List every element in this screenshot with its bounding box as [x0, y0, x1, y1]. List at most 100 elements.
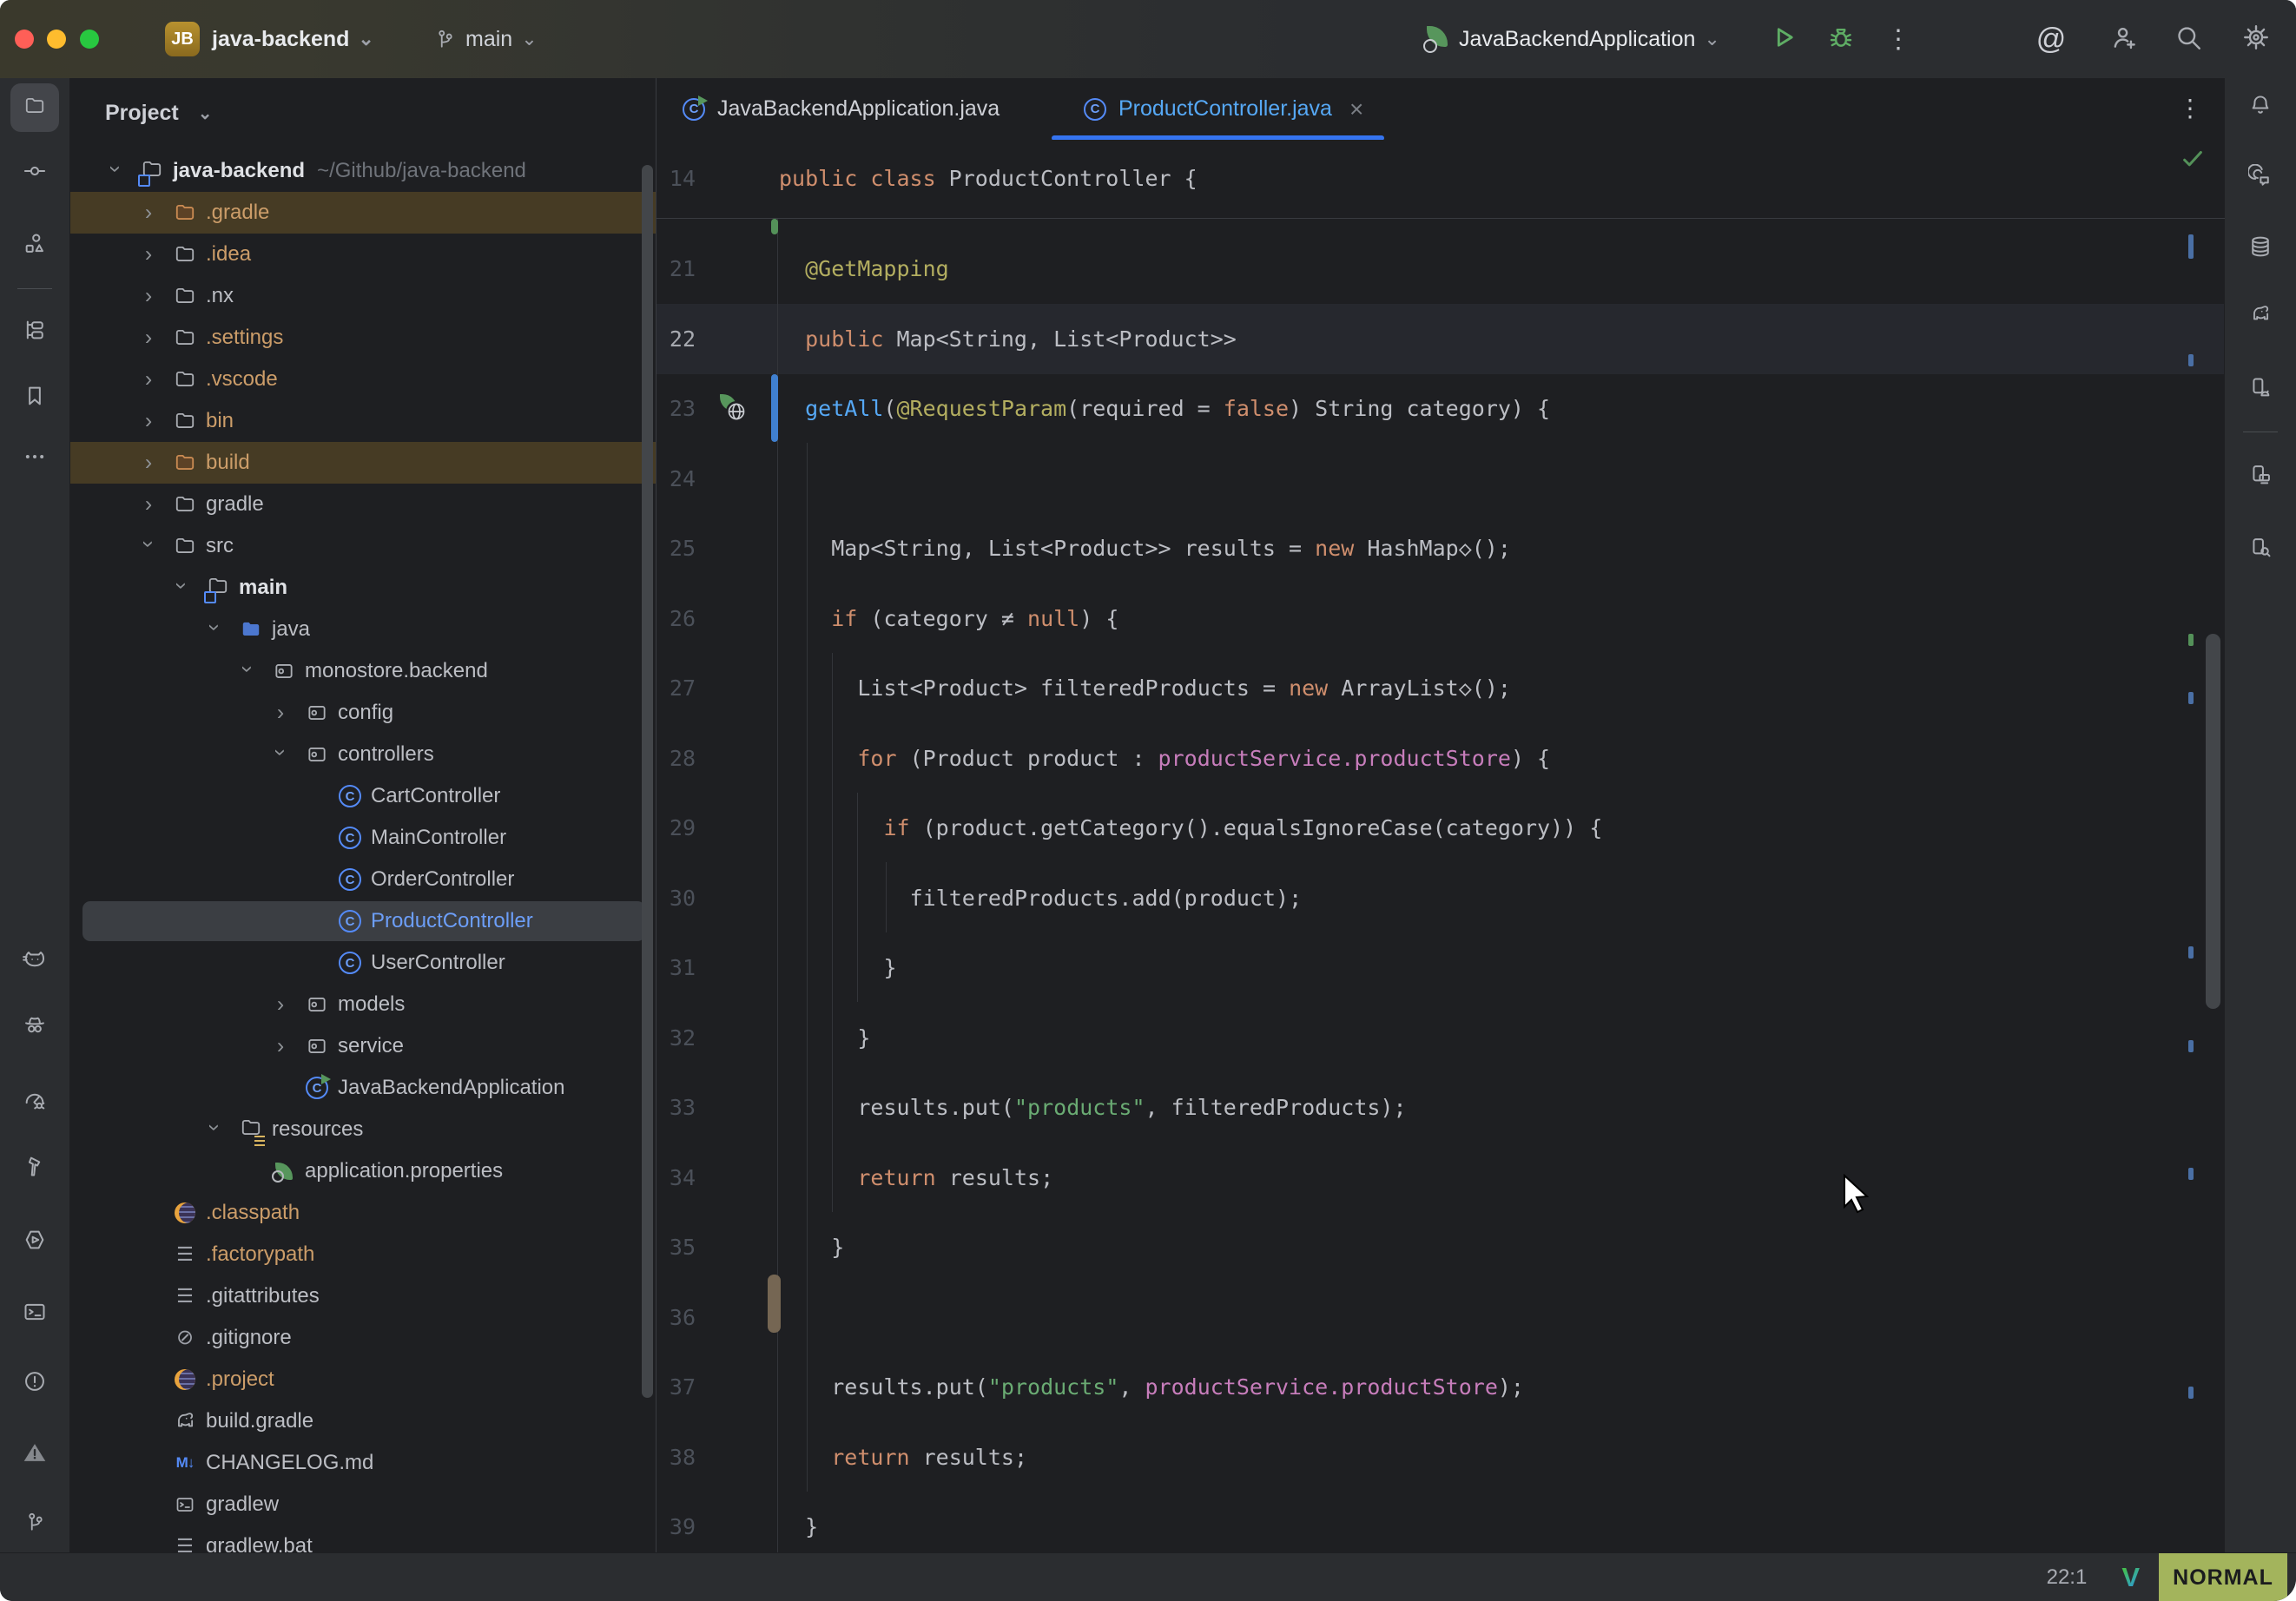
structure-tool-button[interactable] [10, 221, 59, 269]
tree-item-service[interactable]: › service [70, 1025, 656, 1067]
tree-item-OrderController[interactable]: C OrderController [70, 859, 656, 900]
code-line-22[interactable]: 22public Map<String, List<Product>> [656, 304, 2225, 374]
tree-chevron-open-icon[interactable]: › [169, 576, 195, 596]
version-control-tool-button[interactable] [10, 1499, 59, 1548]
tree-chevron-closed-icon[interactable]: › [138, 409, 159, 434]
editor-tab-JavaBackendApplication.java[interactable]: C JavaBackendApplication.java [683, 78, 1000, 140]
code-line-29[interactable]: 29if (product.getCategory().equalsIgnore… [656, 793, 2225, 863]
code-line-25[interactable]: 25Map<String, List<Product>> results = n… [656, 513, 2225, 583]
running-devices-tool-button[interactable] [2236, 366, 2285, 414]
code-line-23[interactable]: 23getAll(@RequestParam(required = false)… [656, 373, 2225, 444]
tree-chevron-open-icon[interactable]: › [202, 617, 228, 638]
code-area[interactable]: 21@GetMapping22public Map<String, List<P… [656, 218, 2225, 1552]
code-line-26[interactable]: 26if (category ≠ null) { [656, 583, 2225, 654]
sticky-line-number[interactable]: 14 [656, 140, 696, 218]
ai-assistant-tool-button[interactable] [2236, 154, 2285, 202]
tree-item-.classpath[interactable]: .classpath [70, 1192, 656, 1234]
run-button[interactable] [1768, 23, 1799, 55]
vcs-add-marker[interactable] [771, 219, 778, 234]
line-number[interactable]: 28 [656, 723, 696, 794]
project-view-selector[interactable]: Project ⌄ [105, 87, 213, 139]
error-stripe-add-mark[interactable] [2188, 634, 2194, 646]
tree-chevron-closed-icon[interactable]: › [138, 326, 159, 351]
line-number[interactable]: 25 [656, 513, 696, 583]
build-tool-button[interactable] [10, 1143, 59, 1192]
tree-chevron-open-icon[interactable]: › [268, 742, 294, 763]
tree-item-build.gradle[interactable]: build.gradle [70, 1400, 656, 1442]
search-everywhere-button[interactable] [2173, 23, 2204, 55]
close-tab-icon[interactable]: × [1349, 96, 1363, 123]
add-user-button[interactable] [2108, 23, 2140, 55]
tree-item-MainController[interactable]: C MainController [70, 817, 656, 859]
vcs-del-marker[interactable] [768, 1275, 781, 1333]
tree-chevron-closed-icon[interactable]: › [270, 701, 291, 726]
tree-chevron-closed-icon[interactable]: › [138, 367, 159, 392]
tree-chevron-closed-icon[interactable]: › [138, 451, 159, 476]
error-stripe-mod-mark[interactable] [2188, 234, 2194, 259]
ai-cat-tool-button[interactable] [10, 937, 59, 985]
code-line-34[interactable]: 34return results; [656, 1143, 2225, 1213]
minimize-window-button[interactable] [47, 30, 66, 49]
tree-item-java[interactable]: › java [70, 609, 656, 650]
endpoint-globe-icon[interactable] [719, 394, 747, 422]
line-number[interactable]: 32 [656, 1003, 696, 1073]
line-number[interactable]: 26 [656, 583, 696, 654]
error-stripe-mod-mark[interactable] [2188, 692, 2194, 704]
error-stripe-mod-mark[interactable] [2188, 354, 2194, 366]
tree-chevron-closed-icon[interactable]: › [138, 284, 159, 309]
tree-item-ProductController[interactable]: C ProductController [70, 900, 656, 942]
tab-options-kebab[interactable]: ⋮ [2178, 94, 2202, 122]
tree-item-application.properties[interactable]: application.properties [70, 1150, 656, 1192]
tree-item-gradle[interactable]: › gradle [70, 484, 656, 525]
tree-item-.vscode[interactable]: › .vscode [70, 359, 656, 400]
line-number[interactable]: 21 [656, 234, 696, 304]
device-explorer-tool-button[interactable] [2236, 525, 2285, 574]
code-line-24[interactable]: 24 [656, 444, 2225, 514]
device-manager-tool-button[interactable] [2236, 452, 2285, 501]
line-number[interactable]: 23 [656, 373, 696, 444]
tree-item-.gradle[interactable]: › .gradle [70, 192, 656, 234]
code-line-38[interactable]: 38return results; [656, 1422, 2225, 1492]
code-line-36[interactable]: 36 [656, 1282, 2225, 1353]
code-line-31[interactable]: 31} [656, 932, 2225, 1003]
tree-item-UserController[interactable]: C UserController [70, 942, 656, 984]
tree-item-config[interactable]: › config [70, 692, 656, 734]
ideavim-icon[interactable]: V [2121, 1562, 2140, 1593]
tree-item-gradlew[interactable]: gradlew [70, 1484, 656, 1525]
line-number[interactable]: 34 [656, 1143, 696, 1213]
error-stripe-mod-mark[interactable] [2188, 1168, 2194, 1180]
vcs-mod-marker[interactable] [771, 374, 778, 442]
tree-item-.gitignore[interactable]: ⊘ .gitignore [70, 1317, 656, 1359]
branch-selector[interactable]: main⌄ [429, 0, 538, 78]
terminal-tool-button[interactable] [10, 1289, 59, 1338]
tree-item-build[interactable]: › build [70, 442, 656, 484]
code-line-37[interactable]: 37results.put("products", productService… [656, 1352, 2225, 1422]
more-tools-tool-button[interactable] [10, 434, 59, 483]
line-number[interactable]: 27 [656, 653, 696, 723]
tree-item-CHANGELOG.md[interactable]: M↓ CHANGELOG.md [70, 1442, 656, 1484]
code-line-35[interactable]: 35} [656, 1212, 2225, 1282]
profiler-tool-button[interactable] [10, 1077, 59, 1125]
tree-item-CartController[interactable]: C CartController [70, 775, 656, 817]
line-number[interactable]: 22 [656, 304, 696, 374]
editor-scrollbar[interactable] [2206, 634, 2220, 1009]
error-stripe-mod-mark[interactable] [2188, 1387, 2194, 1399]
caret-position[interactable]: 22:1 [2047, 1565, 2088, 1590]
commit-tool-button[interactable] [10, 148, 59, 197]
tree-chevron-closed-icon[interactable]: › [270, 1034, 291, 1059]
services-tool-button[interactable] [10, 1217, 59, 1266]
ai-assistant-at-icon[interactable]: @ [2035, 23, 2067, 55]
project-tree-scrollbar[interactable] [642, 165, 653, 1398]
line-number[interactable]: 31 [656, 932, 696, 1003]
code-line-30[interactable]: 30filteredProducts.add(product); [656, 863, 2225, 933]
tree-chevron-open-icon[interactable]: › [103, 159, 129, 180]
tree-chevron-closed-icon[interactable]: › [270, 992, 291, 1018]
vim-mode-badge[interactable]: NORMAL [2159, 1553, 2287, 1601]
database-tool-button[interactable] [2236, 224, 2285, 273]
tree-chevron-open-icon[interactable]: › [235, 659, 261, 680]
code-line-32[interactable]: 32} [656, 1003, 2225, 1073]
hierarchy-tool-button[interactable] [10, 307, 59, 356]
tree-chevron-closed-icon[interactable]: › [138, 201, 159, 226]
code-line-33[interactable]: 33results.put("products", filteredProduc… [656, 1072, 2225, 1143]
incognito-tool-button[interactable] [10, 1003, 59, 1051]
